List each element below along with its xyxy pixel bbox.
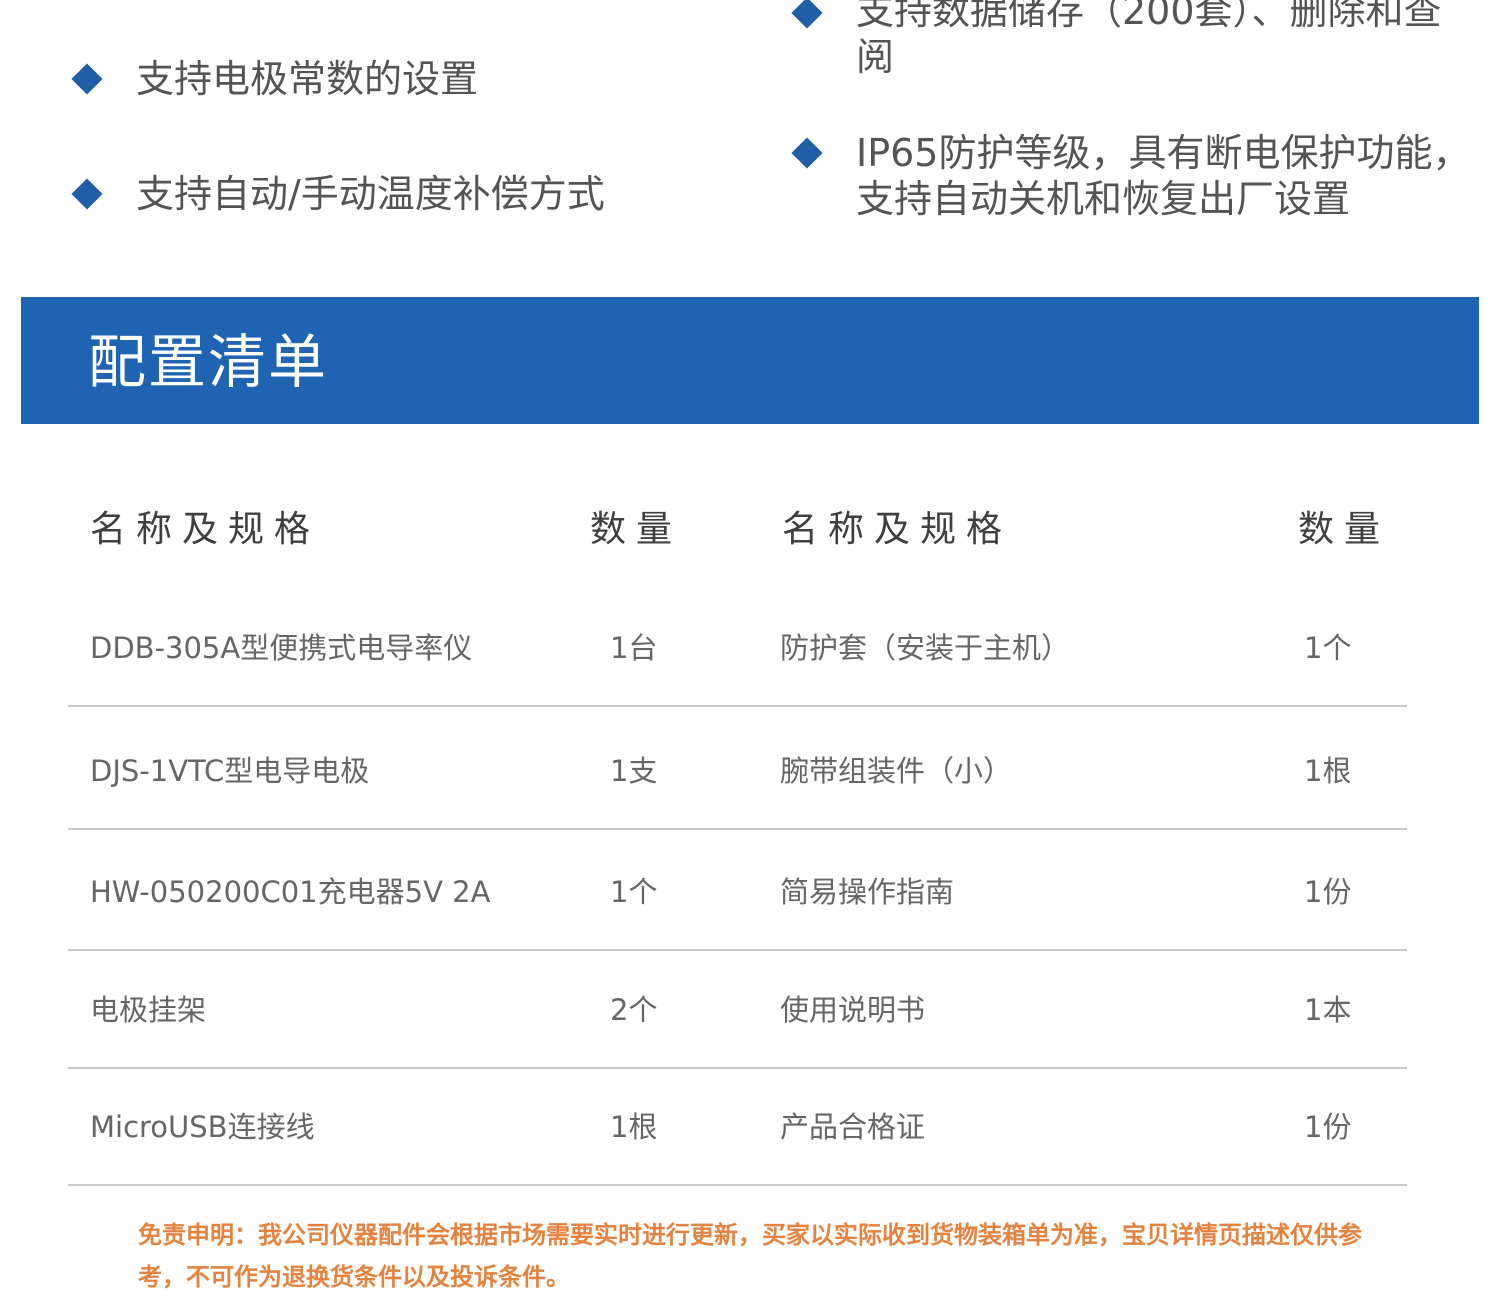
table-row: DDB-305A型便携式电导率仪 1台 防护套（安装于主机） 1个 [68,589,1407,707]
diamond-bullet-icon [71,63,103,95]
left-item-name: HW-050200C01充电器5V 2A [90,875,491,909]
right-item-name: 使用说明书 [780,993,926,1027]
right-item-qty: 1本 [1304,993,1352,1027]
right-item-qty: 1份 [1304,1110,1352,1144]
table-row: DJS-1VTC型电导电极 1支 腕带组装件（小） 1根 [68,712,1407,830]
section-banner: 配置清单 [21,297,1479,424]
table-row: HW-050200C01充电器5V 2A 1个 简易操作指南 1份 [68,833,1407,951]
left-item-qty: 1台 [610,631,658,665]
feature-text-line1: IP65防护等级，具有断电保护功能， [856,131,1471,175]
feature-text-line2: 支持自动关机和恢复出厂设置 [856,177,1351,221]
left-item-qty: 2个 [610,993,658,1027]
row-divider [68,705,1407,707]
left-item-qty: 1个 [610,875,658,909]
feature-text-line1: 支持数据储存（200套）、删除和查 [856,0,1442,33]
feature-text: 支持自动/手动温度补偿方式 [136,172,605,216]
left-item-name: MicroUSB连接线 [90,1110,315,1144]
feature-text: 支持电极常数的设置 [136,57,479,101]
left-item-qty: 1根 [610,1110,658,1144]
row-divider [68,1184,1407,1186]
disclaimer-text: 免责申明：我公司仪器配件会根据市场需要实时进行更新，买家以实际收到货物装箱单为准… [138,1221,1362,1291]
feature-text-line2: 阅 [856,35,895,79]
left-item-name: DDB-305A型便携式电导率仪 [90,631,473,665]
right-item-name: 腕带组装件（小） [780,754,1013,788]
row-divider [68,828,1407,830]
header-qty-left: 数量 [590,509,683,550]
right-item-name: 产品合格证 [780,1110,926,1144]
header-name-left: 名称及规格 [90,509,321,550]
header-qty-right: 数量 [1298,509,1391,550]
right-item-name: 简易操作指南 [780,875,955,909]
left-item-qty: 1支 [610,754,658,788]
diamond-bullet-icon [791,0,823,29]
diamond-bullet-icon [71,178,103,210]
diamond-bullet-icon [791,137,823,169]
right-item-qty: 1份 [1304,875,1352,909]
left-item-name: 电极挂架 [90,993,207,1027]
right-item-qty: 1根 [1304,754,1352,788]
table-row: MicroUSB连接线 1根 产品合格证 1份 [68,1068,1407,1186]
left-item-name: DJS-1VTC型电导电极 [90,754,370,788]
table-row: 电极挂架 2个 使用说明书 1本 [68,951,1407,1069]
header-name-right: 名称及规格 [782,509,1013,550]
right-item-name: 防护套（安装于主机） [780,631,1071,665]
right-item-qty: 1个 [1304,631,1352,665]
section-title: 配置清单 [88,328,329,396]
